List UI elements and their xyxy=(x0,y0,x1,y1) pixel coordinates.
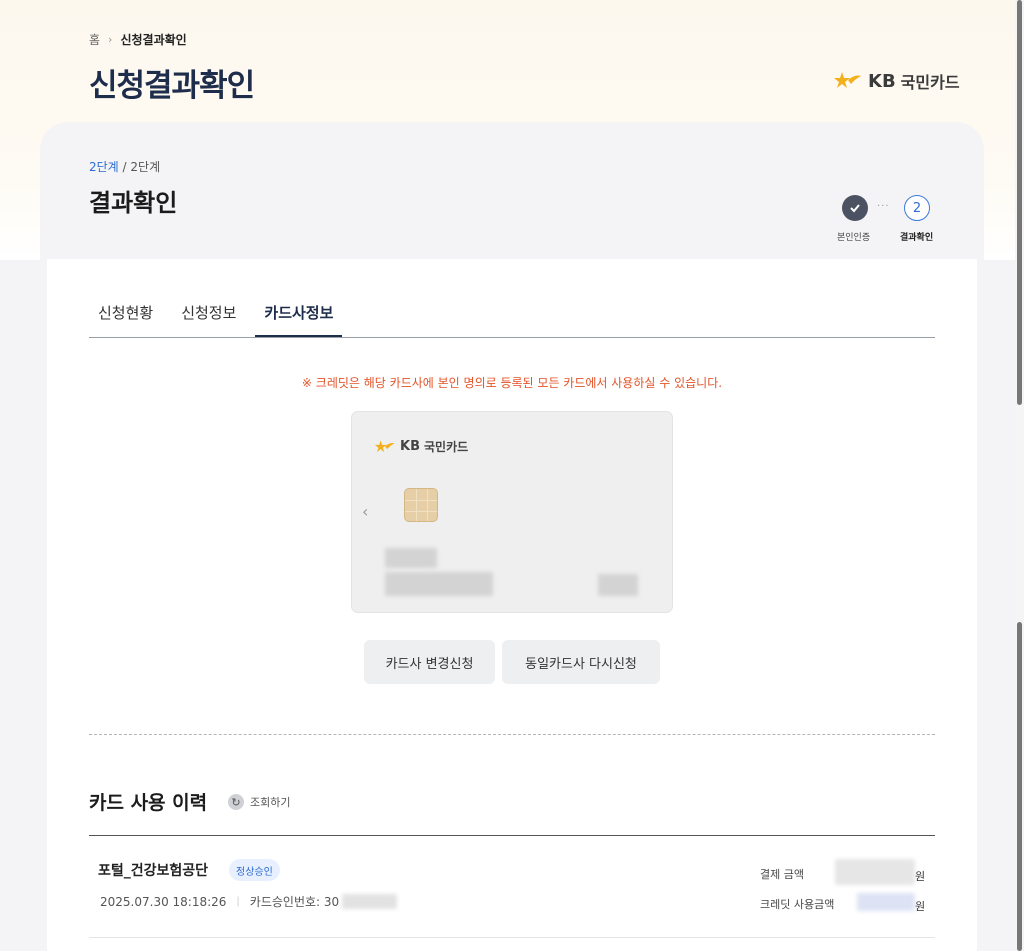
breadcrumb-home[interactable]: 홈 xyxy=(89,31,100,48)
change-card-company-button[interactable]: 카드사 변경신청 xyxy=(364,640,495,684)
check-icon xyxy=(850,204,860,213)
transaction-meta: 2025.07.30 18:18:26 | 카드승인번호: 30 xyxy=(100,893,339,910)
card-brand-logo: KB 국민카드 xyxy=(374,438,468,455)
approval-number-label: 카드승인번호: 30 xyxy=(249,895,340,909)
kb-kookmin-card-logo: KB 국민카드 xyxy=(833,69,960,93)
card-brand-name: 국민카드 xyxy=(423,440,469,454)
refresh-icon: ↻ xyxy=(228,794,244,810)
payment-amount-label: 결제 금액 xyxy=(760,868,804,881)
breadcrumb-current: 신청결과확인 xyxy=(120,33,187,47)
reapply-same-card-company-button[interactable]: 동일카드사 다시신청 xyxy=(502,640,660,684)
card-chip-icon xyxy=(404,488,438,522)
transaction-datetime: 2025.07.30 18:18:26 xyxy=(100,894,227,909)
meta-divider: | xyxy=(236,896,240,907)
brand-name: 국민카드 xyxy=(900,73,960,92)
step-1-label: 본인인증 xyxy=(837,233,871,243)
approval-number-masked xyxy=(342,894,397,909)
chevron-left-icon[interactable]: ‹ xyxy=(362,502,368,521)
scrollbar-thumb[interactable] xyxy=(1017,622,1022,951)
credit-used-label: 크레딧 사용금액 xyxy=(760,898,835,911)
step-divider: / xyxy=(118,160,131,174)
credit-used-masked xyxy=(857,893,915,911)
card-expiry-masked xyxy=(598,574,638,596)
tab-bar: 신청현황 신청정보 카드사정보 xyxy=(89,296,935,338)
credit-used-unit: 원 xyxy=(915,900,926,913)
tab-card-company-info[interactable]: 카드사정보 xyxy=(255,296,343,337)
step-total: 2단계 xyxy=(130,160,161,174)
refresh-label: 조회하기 xyxy=(250,796,291,809)
step-2-current: 2 xyxy=(904,195,930,221)
card-holder-masked xyxy=(385,548,437,568)
chevron-right-icon: › xyxy=(108,33,113,46)
breadcrumb: 홈 › 신청결과확인 xyxy=(89,31,187,48)
step-current: 2단계 xyxy=(89,160,119,174)
history-top-border xyxy=(89,835,935,836)
section-title: 결과확인 xyxy=(89,189,178,217)
step-connector: ··· xyxy=(877,201,890,212)
row-bottom-border xyxy=(89,937,935,938)
scrollbar[interactable] xyxy=(1015,0,1024,951)
merchant-name: 포털_건강보험공단 xyxy=(98,863,209,879)
payment-amount-masked xyxy=(835,859,915,885)
section-divider xyxy=(89,734,935,735)
card-brand-kb: KB xyxy=(400,439,420,454)
step-1-done xyxy=(842,195,868,221)
kb-star-icon xyxy=(374,439,395,452)
step-2-label: 결과확인 xyxy=(900,233,934,243)
card-usage-history-title: 카드 사용 이력 xyxy=(89,792,208,814)
stepper: ··· 2 본인인증 결과확인 xyxy=(834,195,944,245)
tab-application-status[interactable]: 신청현황 xyxy=(89,296,162,337)
brand-kb: KB xyxy=(868,70,896,92)
status-badge: 정상승인 xyxy=(229,859,280,881)
kb-star-icon xyxy=(834,72,861,88)
credit-notice: ※ 크레딧은 해당 카드사에 본인 명의로 등록된 모든 카드에서 사용하실 수… xyxy=(301,376,723,390)
tab-application-info[interactable]: 신청정보 xyxy=(172,296,245,337)
card-number-masked xyxy=(385,572,493,596)
refresh-button[interactable]: ↻ 조회하기 xyxy=(228,794,290,810)
card-image: KB 국민카드 ‹ xyxy=(351,411,673,613)
payment-amount-unit: 원 xyxy=(915,870,926,883)
page-title: 신청결과확인 xyxy=(89,68,255,104)
scrollbar-thumb-top[interactable] xyxy=(1017,0,1022,405)
step-indicator-text: 2단계 / 2단계 xyxy=(89,158,160,175)
